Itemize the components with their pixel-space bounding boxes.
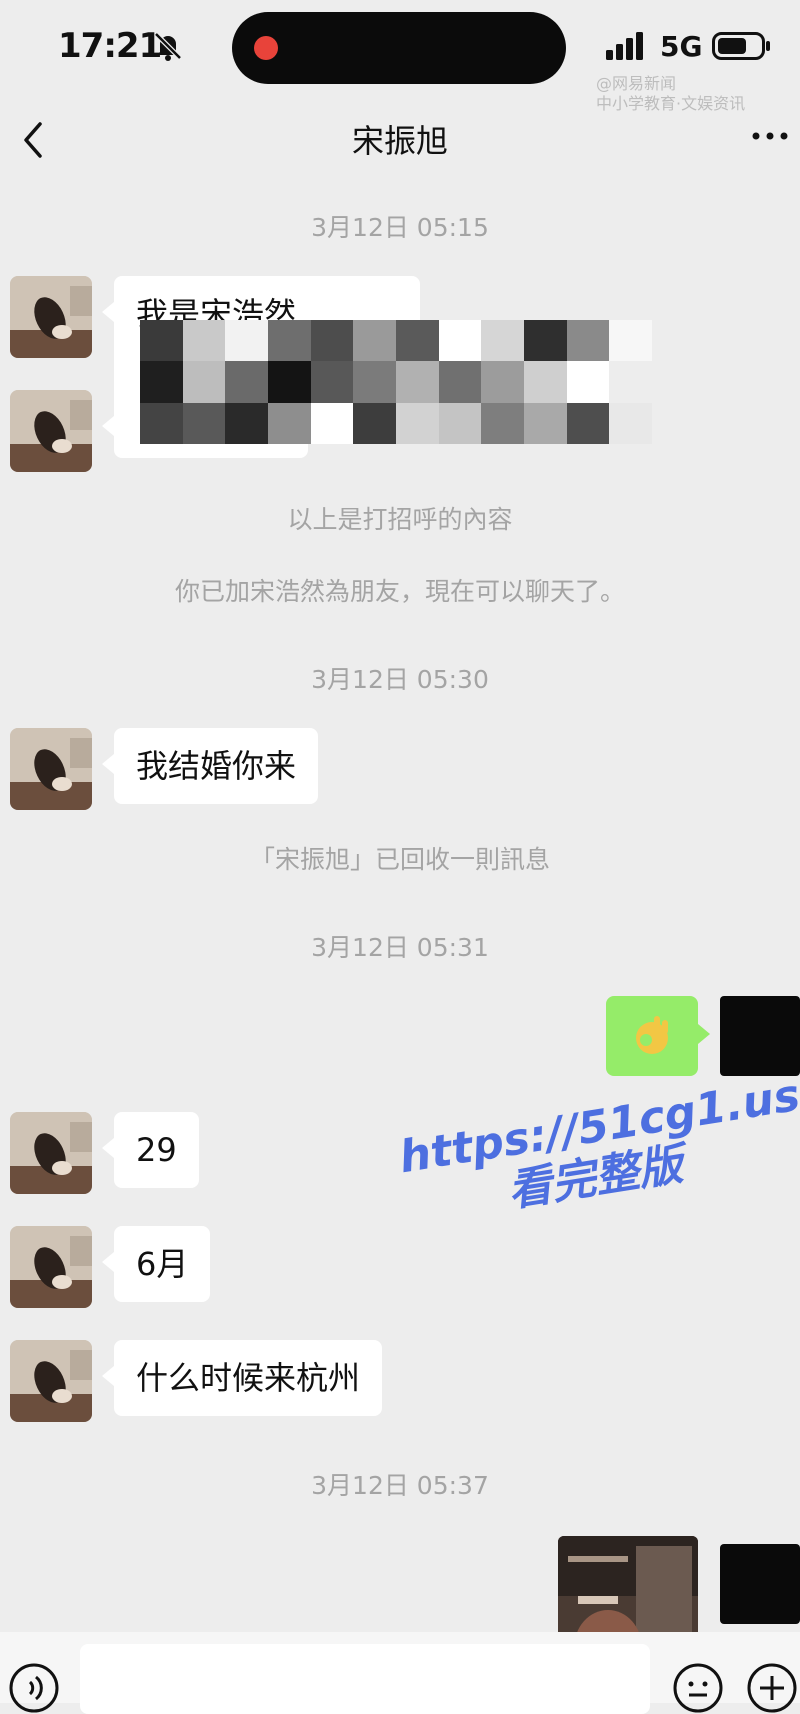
timestamp: 3月12日 05:31 xyxy=(311,933,489,962)
avatar-image xyxy=(10,1112,92,1194)
more-dots-icon[interactable] xyxy=(750,124,790,148)
bell-slash-icon xyxy=(154,32,182,61)
avatar-image xyxy=(10,390,92,472)
avatar[interactable] xyxy=(10,390,92,472)
message-input[interactable] xyxy=(80,1644,650,1714)
network-label: 5G xyxy=(660,30,703,63)
message-bubble[interactable]: 6月 xyxy=(101,1226,211,1302)
status-bar: 17:21 5G @网易新闻 中小学教育·文娱资讯 xyxy=(0,0,800,113)
timestamp: 3月12日 05:30 xyxy=(311,665,489,694)
ok-hand-emoji-icon xyxy=(636,1016,668,1054)
timestamp: 3月12日 05:15 xyxy=(311,213,489,242)
avatar-image xyxy=(10,1226,92,1308)
message-text: 什么时候来杭州 xyxy=(136,1359,361,1397)
chat-title: 宋振旭 xyxy=(351,122,448,160)
recording-indicator-icon xyxy=(254,36,278,60)
overlay-watermark: https://51cg1.us 看完整版 xyxy=(396,1070,800,1233)
self-message-bubble[interactable] xyxy=(606,996,710,1076)
dynamic-island xyxy=(232,12,566,84)
message-bubble[interactable]: 我结婚你来 xyxy=(101,728,319,804)
voice-icon[interactable] xyxy=(8,1662,60,1714)
self-avatar[interactable] xyxy=(720,996,800,1076)
message-text: 29 xyxy=(136,1131,177,1169)
message-bubble[interactable]: 什么时候来杭州 xyxy=(101,1340,383,1416)
status-time: 17:21 xyxy=(58,26,162,66)
avatar[interactable] xyxy=(10,1226,92,1308)
emoji-icon[interactable] xyxy=(672,1662,724,1714)
self-avatar[interactable] xyxy=(720,1544,800,1624)
signal-icon xyxy=(606,32,643,60)
message-text: 6月 xyxy=(136,1245,189,1283)
source-watermark-line2: 中小学教育·文娱资讯 xyxy=(596,94,746,113)
avatar[interactable] xyxy=(10,728,92,810)
avatar-image xyxy=(10,276,92,358)
battery-icon xyxy=(712,32,770,60)
message-bubble[interactable]: 29 xyxy=(102,1112,199,1188)
censored-pixelation xyxy=(140,320,652,444)
system-message: 「宋振旭」已回收一則訊息 xyxy=(249,845,550,874)
avatar-image xyxy=(10,728,92,810)
timestamp: 3月12日 05:37 xyxy=(311,1471,489,1500)
avatar[interactable] xyxy=(10,276,92,358)
system-message: 你已加宋浩然為朋友，現在可以聊天了。 xyxy=(174,577,625,606)
avatar-image xyxy=(10,1340,92,1422)
avatar[interactable] xyxy=(10,1112,92,1194)
source-watermark: @网易新闻 中小学教育·文娱资讯 xyxy=(596,74,745,114)
message-text: 我结婚你来 xyxy=(136,747,297,785)
source-watermark-line1: @网易新闻 xyxy=(596,74,677,93)
system-message: 以上是打招呼的內容 xyxy=(287,505,513,534)
plus-icon[interactable] xyxy=(746,1662,798,1714)
avatar[interactable] xyxy=(10,1340,92,1422)
